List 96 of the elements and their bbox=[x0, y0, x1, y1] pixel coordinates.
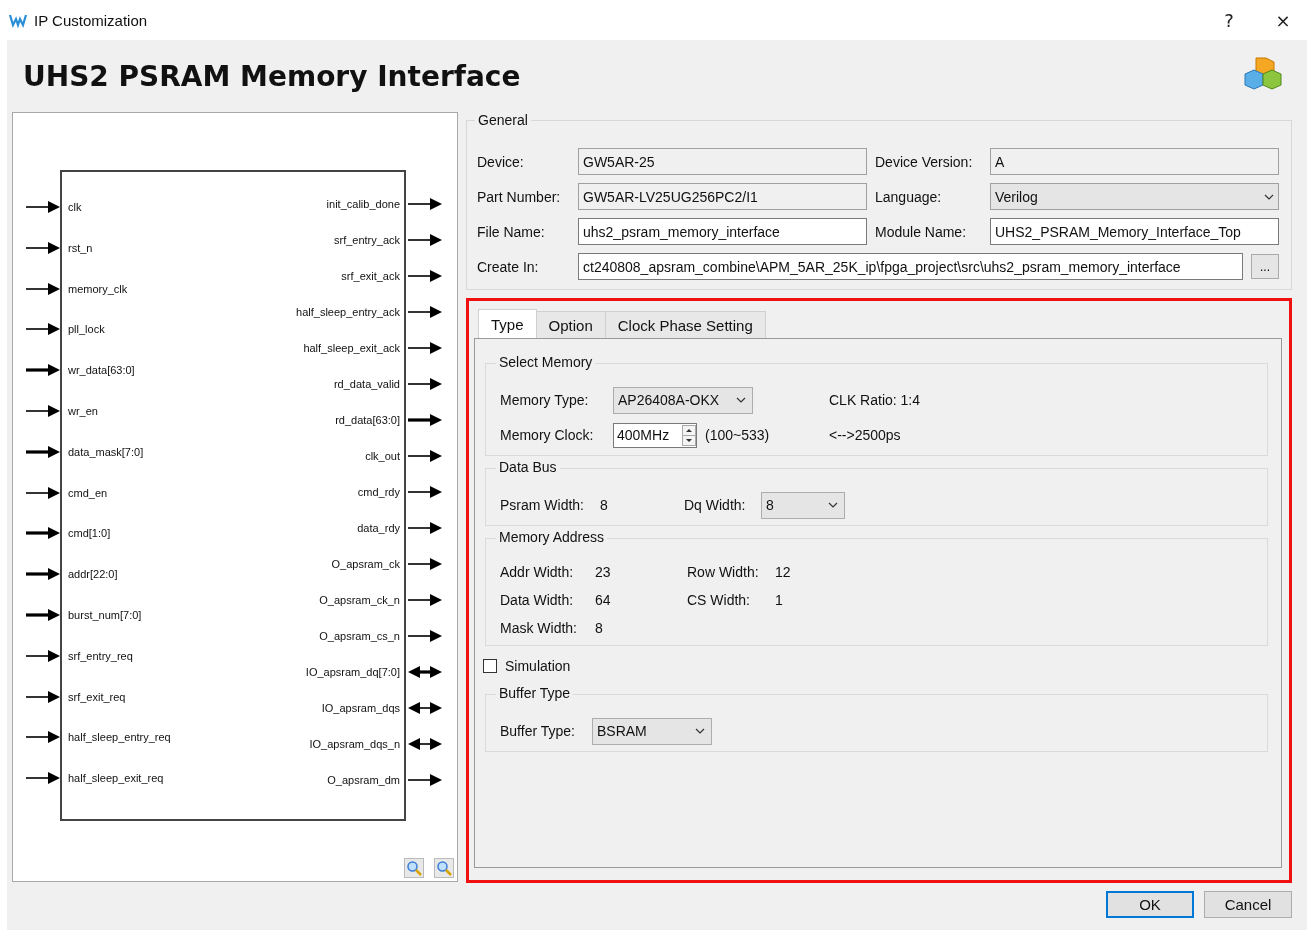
port-label: half_sleep_exit_ack bbox=[303, 342, 400, 354]
setting-text: Buffer Type: bbox=[500, 723, 576, 739]
port-label: memory_clk bbox=[68, 282, 128, 295]
chevron-down-icon bbox=[736, 397, 746, 403]
port-label: wr_data[63:0] bbox=[68, 364, 135, 377]
port-label: burst_num[7:0] bbox=[68, 608, 142, 621]
close-button[interactable]: × bbox=[1256, 0, 1310, 40]
zoom-out-button[interactable] bbox=[404, 858, 424, 878]
setting-text: 64 bbox=[595, 592, 612, 608]
port-label: srf_entry_ack bbox=[333, 234, 400, 246]
text-field[interactable]: GW5AR-LV25UG256PC2/I1 bbox=[578, 183, 867, 210]
setting-text: Data Width: bbox=[500, 592, 575, 608]
port-label: addr[22:0] bbox=[68, 568, 118, 581]
setting-text: Mask Width: bbox=[500, 620, 578, 636]
port-label: rd_data[63:0] bbox=[335, 414, 400, 426]
port-label: init_calib_done bbox=[326, 198, 400, 210]
setting-text: Row Width: bbox=[687, 564, 760, 580]
port-label: srf_entry_req bbox=[68, 649, 133, 662]
setting-text: Addr Width: bbox=[500, 564, 575, 580]
field-label: File Name: bbox=[477, 223, 546, 240]
text-field[interactable]: UHS2_PSRAM_Memory_Interface_Top bbox=[990, 218, 1279, 245]
magnifier-icon bbox=[406, 860, 422, 876]
group-title: General bbox=[475, 112, 531, 128]
dropdown[interactable]: BSRAM bbox=[592, 717, 712, 745]
zoom-in-button[interactable] bbox=[434, 858, 454, 878]
port-label: O_apsram_dm bbox=[327, 774, 400, 786]
setting-text: 1 bbox=[775, 592, 784, 608]
help-button[interactable]: ? bbox=[1202, 0, 1256, 40]
setting-text: 8 bbox=[595, 620, 604, 636]
port-label: wr_en bbox=[68, 405, 98, 417]
chevron-down-icon bbox=[695, 728, 705, 734]
port-label: IO_apsram_dqs_n bbox=[309, 738, 400, 750]
port-label: cmd_en bbox=[68, 486, 108, 499]
setting-text: 23 bbox=[595, 564, 612, 580]
spin-box[interactable]: 400MHz bbox=[613, 422, 697, 448]
port-label: IO_apsram_dqs bbox=[321, 702, 400, 714]
port-label: O_apsram_ck bbox=[331, 558, 400, 570]
field-label: Create In: bbox=[477, 258, 540, 275]
port-label: srf_exit_ack bbox=[341, 270, 400, 282]
dialog-button[interactable]: Cancel bbox=[1204, 891, 1292, 918]
tab[interactable]: Option bbox=[535, 311, 606, 338]
port-label: half_sleep_exit_req bbox=[68, 772, 164, 785]
setting-text: Dq Width: bbox=[684, 497, 747, 513]
group-title: Memory Address bbox=[496, 529, 608, 545]
port-label: rst_n bbox=[68, 241, 93, 254]
field-label: Part Number: bbox=[477, 188, 562, 205]
field-label: Device Version: bbox=[875, 153, 974, 170]
chevron-down-icon bbox=[828, 502, 838, 508]
field-label: Module Name: bbox=[875, 223, 968, 240]
tab[interactable]: Clock Phase Setting bbox=[604, 311, 766, 338]
chevron-down-icon bbox=[1264, 193, 1274, 200]
port-label: IO_apsram_dq[7:0] bbox=[305, 666, 400, 678]
port-label: data_rdy bbox=[357, 522, 400, 534]
port-label: cmd[1:0] bbox=[68, 527, 111, 540]
setting-text: (100~533) bbox=[705, 427, 771, 443]
tab[interactable]: Type bbox=[478, 309, 537, 338]
spin-arrows-icon[interactable] bbox=[682, 424, 696, 446]
text-field[interactable]: A bbox=[990, 148, 1279, 175]
window-title: IP Customization bbox=[34, 11, 149, 29]
setting-text: Memory Clock: bbox=[500, 427, 595, 443]
group-title: Data Bus bbox=[496, 459, 560, 475]
setting-text: 8 bbox=[600, 497, 609, 513]
port-label: clk bbox=[68, 201, 82, 213]
port-label: rd_data_valid bbox=[333, 378, 400, 390]
setting-text: Memory Type: bbox=[500, 392, 590, 408]
app-logo-icon bbox=[8, 12, 28, 28]
text-field[interactable]: ct240808_apsram_combine\APM_5AR_25K_ip\fpga_project\src\uhs2_psram_memory_interface bbox=[578, 253, 1243, 280]
setting-text: CS Width: bbox=[687, 592, 751, 608]
browse-button[interactable]: ... bbox=[1251, 254, 1279, 279]
port-label: pll_lock bbox=[68, 323, 105, 336]
group-title: Buffer Type bbox=[496, 685, 574, 701]
dropdown[interactable]: 8 bbox=[761, 491, 845, 519]
port-label: O_apsram_ck_n bbox=[319, 594, 400, 606]
port-label: O_apsram_cs_n bbox=[319, 630, 400, 642]
port-label: cmd_rdy bbox=[357, 486, 400, 498]
port-label: srf_exit_req bbox=[68, 690, 126, 703]
port-label: data_mask[7:0] bbox=[68, 445, 144, 458]
checkbox[interactable] bbox=[483, 659, 497, 673]
checkbox-label: Simulation bbox=[505, 658, 571, 674]
text-field[interactable]: GW5AR-25 bbox=[578, 148, 867, 175]
field-label: Language: bbox=[875, 188, 943, 205]
group-title: Select Memory bbox=[496, 354, 596, 370]
field-label: Device: bbox=[477, 153, 525, 170]
setting-text: 12 bbox=[775, 564, 792, 580]
dialog-heading: UHS2 PSRAM Memory Interface bbox=[23, 59, 522, 93]
port-label: clk_out bbox=[365, 450, 400, 462]
setting-text: Psram Width: bbox=[500, 497, 585, 513]
port-label: half_sleep_entry_ack bbox=[296, 306, 400, 318]
port-label: half_sleep_entry_req bbox=[68, 731, 171, 744]
dropdown[interactable]: AP26408A-OKX bbox=[613, 386, 753, 414]
dialog-button[interactable]: OK bbox=[1106, 891, 1194, 918]
language-dropdown[interactable]: Verilog bbox=[990, 183, 1279, 210]
setting-text: CLK Ratio: 1:4 bbox=[829, 392, 922, 408]
setting-text: <-->2500ps bbox=[829, 427, 902, 443]
magnifier-icon bbox=[436, 860, 452, 876]
text-field[interactable]: uhs2_psram_memory_interface bbox=[578, 218, 867, 245]
